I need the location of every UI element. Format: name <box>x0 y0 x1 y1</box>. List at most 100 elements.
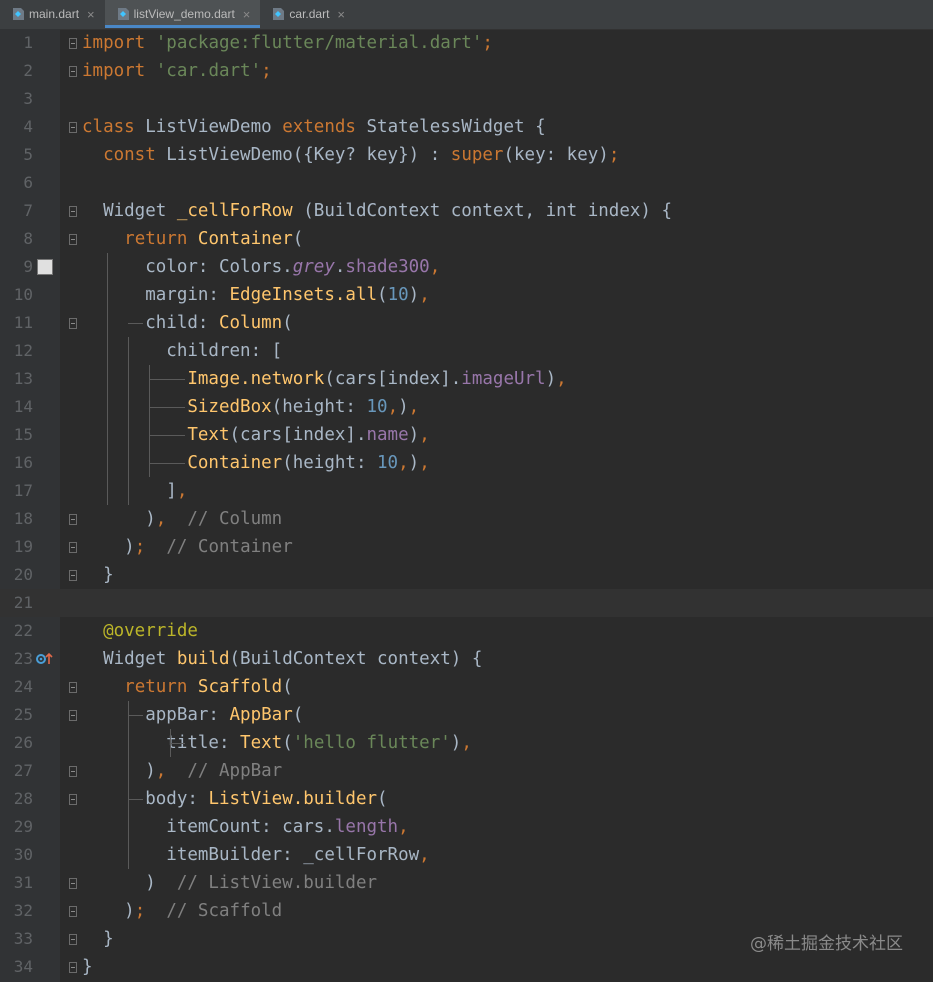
code-token: ( <box>282 677 293 697</box>
code-line[interactable]: 8 return Container( <box>0 225 933 253</box>
code-line[interactable]: 2 import 'car.dart'; <box>0 57 933 85</box>
code-token: ) <box>408 285 420 305</box>
fold-toggle-icon[interactable] <box>69 906 77 917</box>
fold-toggle-icon[interactable] <box>69 570 77 581</box>
fold-toggle-icon[interactable] <box>69 234 77 245</box>
code-text: color: Colors.grey.shade300, <box>82 253 440 281</box>
line-number: 22 <box>13 621 33 640</box>
line-number: 9 <box>23 257 33 276</box>
code-line[interactable]: 7 Widget _cellForRow (BuildContext conte… <box>0 197 933 225</box>
fold-toggle-icon[interactable] <box>69 934 77 945</box>
code-text: } <box>82 925 114 953</box>
code-line[interactable]: 24 return Scaffold( <box>0 673 933 701</box>
code-line[interactable]: 1 import 'package:flutter/material.dart'; <box>0 29 933 57</box>
fold-toggle-icon[interactable] <box>69 766 77 777</box>
code-token: (key: key) <box>503 145 609 165</box>
code-token: ) <box>82 509 156 529</box>
code-line[interactable]: 31 ) // ListView.builder <box>0 869 933 897</box>
code-line[interactable]: 32 ); // Scaffold <box>0 897 933 925</box>
code-line[interactable]: 16 Container(height: 10,), <box>0 449 933 477</box>
fold-toggle-icon[interactable] <box>69 710 77 721</box>
code-text: SizedBox(height: 10,), <box>82 393 419 421</box>
code-token: , <box>387 397 399 417</box>
fold-toggle-icon[interactable] <box>69 206 77 217</box>
code-token: @override <box>103 621 198 641</box>
dart-file-icon <box>12 7 25 21</box>
code-line[interactable]: 5 const ListViewDemo({Key? key}) : super… <box>0 141 933 169</box>
fold-toggle-icon[interactable] <box>69 122 77 133</box>
color-preview-swatch[interactable] <box>37 259 53 275</box>
code-text: import 'package:flutter/material.dart'; <box>82 29 493 57</box>
code-token: ; <box>482 33 493 53</box>
code-line[interactable]: 22 @override <box>0 617 933 645</box>
code-line[interactable]: 4 class ListViewDemo extends StatelessWid… <box>0 113 933 141</box>
fold-toggle-icon[interactable] <box>69 962 77 973</box>
tab-car-dart[interactable]: car.dart × <box>260 0 355 28</box>
fold-toggle-icon[interactable] <box>69 878 77 889</box>
code-token: ) <box>545 369 557 389</box>
fold-toggle-icon[interactable] <box>69 514 77 525</box>
code-token: // Column <box>187 509 283 529</box>
code-token: , <box>398 817 409 837</box>
code-line[interactable]: 17 ], <box>0 477 933 505</box>
tab-listview-demo-dart[interactable]: listView_demo.dart × <box>104 0 261 28</box>
line-number: 31 <box>13 873 33 892</box>
close-icon[interactable]: × <box>243 8 251 21</box>
code-token: imageUrl <box>461 369 546 389</box>
code-token: (height: <box>282 453 378 473</box>
code-token: Text <box>187 425 230 445</box>
line-number: 18 <box>13 509 33 528</box>
code-text: Widget build(BuildContext context) { <box>82 645 482 673</box>
code-token: , <box>155 509 167 529</box>
code-text: Text(cars[index].name), <box>82 421 429 449</box>
close-icon[interactable]: × <box>87 8 95 21</box>
code-line[interactable]: 20 } <box>0 561 933 589</box>
code-line[interactable]: 14 SizedBox(height: 10,), <box>0 393 933 421</box>
code-text: child: Column( <box>82 309 293 337</box>
code-line[interactable]: 6 <box>0 169 933 197</box>
code-line[interactable]: 13 Image.network(cars[index].imageUrl), <box>0 365 933 393</box>
code-line[interactable]: 34} <box>0 953 933 981</box>
fold-toggle-icon[interactable] <box>69 794 77 805</box>
code-line[interactable]: 23 Widget build(BuildContext context) { <box>0 645 933 673</box>
code-token: ( <box>292 705 304 725</box>
line-number: 4 <box>23 117 33 136</box>
fold-toggle-icon[interactable] <box>69 682 77 693</box>
code-line[interactable]: 21 <box>0 589 933 617</box>
fold-toggle-icon[interactable] <box>69 318 77 329</box>
code-line[interactable]: 10 margin: EdgeInsets.all(10), <box>0 281 933 309</box>
code-line[interactable]: 9 color: Colors.grey.shade300, <box>0 253 933 281</box>
fold-toggle-icon[interactable] <box>69 38 77 49</box>
fold-toggle-icon[interactable] <box>69 542 77 553</box>
code-line[interactable]: 3 <box>0 85 933 113</box>
fold-toggle-icon[interactable] <box>69 66 77 77</box>
code-text: ], <box>82 477 187 505</box>
code-token: ( <box>377 285 388 305</box>
code-token: . <box>334 257 346 277</box>
code-line[interactable]: 18 ), // Column <box>0 505 933 533</box>
tab-main-dart[interactable]: main.dart × <box>0 0 105 28</box>
code-line[interactable]: 19 ); // Container <box>0 533 933 561</box>
override-method-icon[interactable] <box>35 651 55 667</box>
code-line[interactable]: 30 itemBuilder: _cellForRow, <box>0 841 933 869</box>
indent-guide <box>128 323 144 324</box>
code-text: @override <box>82 617 198 645</box>
code-text: margin: EdgeInsets.all(10), <box>82 281 430 309</box>
code-line[interactable]: 27 ), // AppBar <box>0 757 933 785</box>
code-line[interactable]: 26 title: Text('hello flutter'), <box>0 729 933 757</box>
code-token: EdgeInsets.all <box>229 285 378 305</box>
indent-guide <box>149 379 186 380</box>
code-line[interactable]: 15 Text(cars[index].name), <box>0 421 933 449</box>
code-token: extends <box>282 117 356 137</box>
code-line[interactable]: 29 itemCount: cars.length, <box>0 813 933 841</box>
code-text: ); // Container <box>82 533 293 561</box>
close-icon[interactable]: × <box>337 8 345 21</box>
code-token: Image.network <box>187 369 325 389</box>
dart-file-icon <box>117 7 130 21</box>
code-token: 10 <box>387 285 409 305</box>
code-line[interactable]: 12 children: [ <box>0 337 933 365</box>
code-token: build <box>176 649 230 669</box>
code-token: ) <box>82 901 135 921</box>
code-token: (BuildContext context) { <box>229 649 483 669</box>
